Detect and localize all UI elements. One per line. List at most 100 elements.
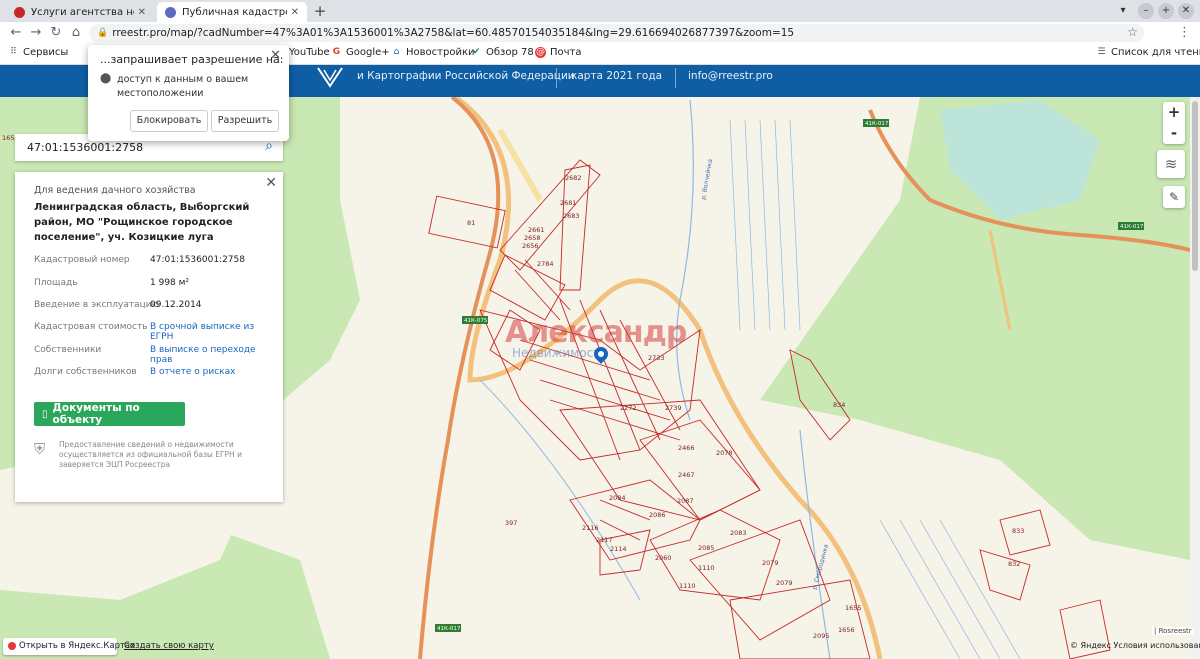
info-key: Площадь xyxy=(34,278,78,288)
open-yandex-maps-button[interactable]: Открыть в Яндекс.Картах xyxy=(3,638,135,655)
parcel-label: 2656 xyxy=(522,242,539,250)
create-map-link[interactable]: Создать свою карту xyxy=(124,641,214,651)
address-bar[interactable]: 🔒 rreestr.pro/map/?cadNumber=47%3A01%3A1… xyxy=(89,24,1144,42)
maximize-button[interactable]: + xyxy=(1158,3,1174,19)
home-icon[interactable]: ⌂ xyxy=(68,25,84,41)
info-value: 09.12.2014 xyxy=(150,300,202,310)
close-window-button[interactable]: ✕ xyxy=(1178,3,1194,19)
info-key: Собственники xyxy=(34,345,102,355)
parcel-info-panel: ✕ Для ведения дачного хозяйства Ленингра… xyxy=(15,172,283,502)
bookmark-label: Google+ xyxy=(346,47,390,58)
owners-link[interactable]: В выписке о переходе прав xyxy=(150,345,269,365)
close-icon[interactable]: ✕ xyxy=(270,48,281,63)
block-button[interactable]: Блокировать xyxy=(130,110,208,132)
reading-list[interactable]: ☰ Список для чтения xyxy=(1096,47,1200,58)
signature-lock-icon: ⛨ xyxy=(34,440,46,458)
bookmark-obzor78[interactable]: ✔ Обзор 78 xyxy=(471,47,534,58)
close-icon[interactable]: ✕ xyxy=(291,7,299,18)
permission-description: доступ к данным о вашем местоположении xyxy=(117,74,249,99)
org-name: и Картографии Российской Федерации xyxy=(357,70,575,82)
zoom-out-button[interactable]: - xyxy=(1163,123,1185,144)
parcel-label: 2083 xyxy=(730,529,747,537)
bookmark-services[interactable]: ⠿ Сервисы xyxy=(8,47,68,58)
parcel-label: 833 xyxy=(1012,527,1024,535)
parcel-label: 2086 xyxy=(649,511,666,519)
browser-menu-icon[interactable]: ⋮ xyxy=(1178,25,1191,40)
parcel-label: 2682 xyxy=(565,174,582,182)
egrn-disclaimer: Предоставление сведений о недвижимости о… xyxy=(59,440,242,469)
page-scrollbar[interactable] xyxy=(1190,97,1200,659)
permission-title: ...запрашивает разрешение на: xyxy=(100,53,284,66)
header-divider xyxy=(675,68,676,88)
road-label: 41К-017 xyxy=(437,626,461,632)
building-icon: ⌂ xyxy=(393,47,400,57)
parcel-label: 2467 xyxy=(678,471,695,479)
close-icon[interactable]: ✕ xyxy=(138,7,146,18)
layers-icon[interactable]: ≋ xyxy=(1157,150,1185,178)
parcel-label: 2683 xyxy=(563,212,580,220)
location-pin-icon: ⬤ xyxy=(100,73,112,84)
documents-button-label: Документы по объекту xyxy=(52,402,140,426)
parcel-label: 2085 xyxy=(698,544,715,552)
bookmark-mail[interactable]: @ Почта xyxy=(535,47,582,58)
parcel-label: 2681 xyxy=(560,199,577,207)
parcel-label: 2272 xyxy=(620,404,637,412)
parcel-label: 2784 xyxy=(537,260,554,268)
yandex-attribution[interactable]: © Яндекс Условия использования xyxy=(1070,641,1200,650)
ruler-icon[interactable]: ✎ xyxy=(1163,186,1185,208)
parcel-label: 834 xyxy=(833,401,845,409)
parcel-label: 1656 xyxy=(838,626,855,634)
new-tab-button[interactable]: + xyxy=(311,2,329,20)
info-key: Кадастровый номер xyxy=(34,255,130,265)
road-label: 41К-017 xyxy=(865,121,889,127)
zoom-control: + - xyxy=(1163,102,1185,144)
cadastral-cost-link[interactable]: В срочной выписке из ЕГРН xyxy=(150,322,269,342)
reload-icon[interactable]: ↻ xyxy=(48,25,64,41)
debts-link[interactable]: В отчете о рисках xyxy=(150,367,235,377)
tab-realty-agency[interactable]: Услуги агентства недвиж ✕ xyxy=(6,2,154,22)
tab-search-icon[interactable]: ▾ xyxy=(1115,3,1131,19)
header-divider xyxy=(556,68,557,88)
search-value: 47:01:1536001:2758 xyxy=(27,141,144,154)
bookmark-youtube[interactable]: YouTube xyxy=(289,47,330,58)
tab-label: Публичная кадастровая к xyxy=(182,6,287,18)
realty-favicon-icon xyxy=(14,6,25,18)
scrollbar-thumb[interactable] xyxy=(1192,101,1198,271)
road-label: 41К-017 xyxy=(1120,224,1144,230)
parcel-label: 2733 xyxy=(648,354,665,362)
rosreestr-favicon-icon xyxy=(165,6,176,18)
close-icon[interactable]: ✕ xyxy=(265,175,277,191)
watermark-text: Александр xyxy=(505,315,687,350)
parcel-label: 2114 xyxy=(610,545,627,553)
forward-icon[interactable]: → xyxy=(28,25,44,41)
wetland-area xyxy=(940,100,1100,220)
parcel-label: 2117 xyxy=(596,536,613,544)
bookmark-star-icon[interactable]: ☆ xyxy=(1127,25,1138,39)
rosreestr-attribution: | Rosreestr xyxy=(1152,627,1194,635)
reading-list-label: Список для чтения xyxy=(1111,47,1200,58)
info-key: Кадастровая стоимость xyxy=(34,322,148,332)
bookmark-google-plus[interactable]: G Google+ xyxy=(331,47,390,58)
browser-toolbar: ← → ↻ ⌂ 🔒 rreestr.pro/map/?cadNumber=47%… xyxy=(0,22,1200,44)
parcel-category: Для ведения дачного хозяйства xyxy=(34,185,196,196)
documents-button[interactable]: ▯ Документы по объекту xyxy=(34,402,185,426)
parcel-label: 2661 xyxy=(528,226,545,234)
road xyxy=(988,229,1012,331)
parcel-label: 2466 xyxy=(678,444,695,452)
parcel-label: 2116 xyxy=(582,524,599,532)
emblem-logo xyxy=(317,67,343,88)
bookmark-label: Почта xyxy=(550,47,582,58)
zoom-in-button[interactable]: + xyxy=(1163,102,1185,123)
lock-icon[interactable]: 🔒 xyxy=(97,28,108,38)
tab-cadastral-map[interactable]: Публичная кадастровая к ✕ xyxy=(157,2,307,22)
bookmark-label: Новостройки xyxy=(406,47,475,58)
back-icon[interactable]: ← xyxy=(8,25,24,41)
info-value: 1 998 м² xyxy=(150,278,190,288)
parcel-address: Ленинградская область, Выборгский район,… xyxy=(34,202,250,243)
reading-list-icon: ☰ xyxy=(1097,47,1106,57)
email-link[interactable]: info@rreestr.pro xyxy=(688,70,773,82)
allow-button[interactable]: Разрешить xyxy=(211,110,279,132)
parcel-label: 2079 xyxy=(762,559,779,567)
minimize-button[interactable]: – xyxy=(1138,3,1154,19)
bookmark-novostroyki[interactable]: ⌂ Новостройки xyxy=(391,47,475,58)
